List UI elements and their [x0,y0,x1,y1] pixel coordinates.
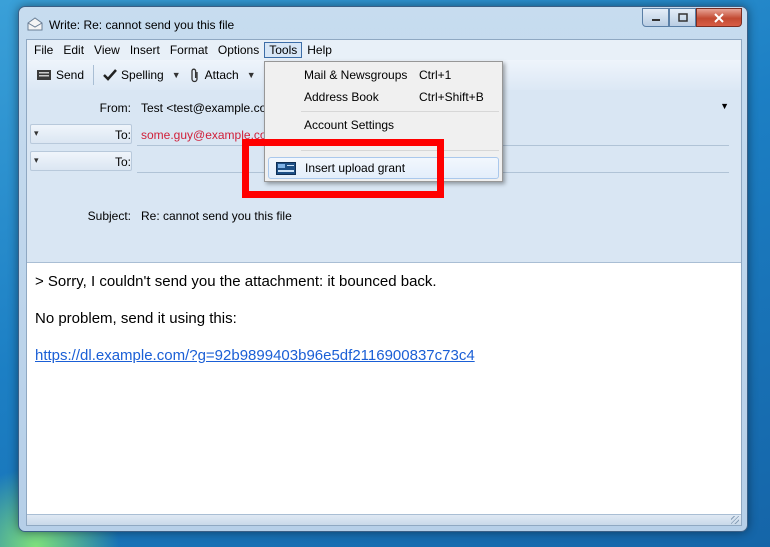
menu-item-shortcut: Ctrl+Shift+B [419,90,484,104]
menu-view[interactable]: View [89,42,125,58]
menu-help[interactable]: Help [302,42,337,58]
attach-dropdown-arrow[interactable]: ▼ [244,70,259,80]
from-label: From: [99,101,131,115]
menu-separator [301,111,499,112]
subject-label: Subject: [87,209,131,223]
spelling-label: Spelling [121,68,164,82]
menu-item-label: Address Book [304,90,379,104]
menu-options[interactable]: Options [213,42,264,58]
from-value: Test <test@example.cor [141,101,271,115]
annotation-highlight-box [242,139,444,198]
reply-line: No problem, send it using this: [35,310,237,327]
menu-insert[interactable]: Insert [125,42,165,58]
window-controls [642,8,742,27]
resize-grip[interactable] [731,516,739,524]
maximize-button[interactable] [669,8,696,27]
minimize-button[interactable] [642,8,669,27]
upload-grant-link[interactable]: https://dl.example.com/?g=92b9899403b96e… [35,347,475,364]
menu-item-shortcut: Ctrl+1 [419,68,452,82]
close-button[interactable] [696,8,742,27]
message-body-editor[interactable]: > Sorry, I couldn't send you the attachm… [27,262,741,516]
send-button[interactable]: Send [31,66,89,84]
subject-row: Subject: Re: cannot send you this file [27,205,741,227]
compose-app-icon [27,17,43,31]
menu-item-label: Account Settings [304,118,395,132]
menu-file[interactable]: File [29,42,58,58]
maximize-icon [677,13,688,22]
minimize-icon [651,18,660,21]
menu-item-mail-newsgroups[interactable]: Mail & Newsgroups Ctrl+1 [268,64,499,86]
subject-field[interactable]: Re: cannot send you this file [137,205,729,227]
to-label-2: To: [114,155,131,169]
menu-edit[interactable]: Edit [58,42,89,58]
menu-item-label: Mail & Newsgroups [304,68,408,82]
checkmark-icon [103,69,117,81]
send-icon [37,70,51,80]
menu-item-account-settings[interactable]: Account Settings [268,114,499,136]
attach-button[interactable]: Attach [184,66,244,85]
title-bar[interactable]: Write: Re: cannot send you this file [19,7,747,41]
menu-item-address-book[interactable]: Address Book Ctrl+Shift+B [268,86,499,108]
menu-tools[interactable]: Tools [264,42,303,58]
spelling-dropdown-arrow[interactable]: ▼ [169,70,184,80]
attach-label: Attach [204,68,239,82]
send-label: Send [56,68,85,82]
quoted-line: > Sorry, I couldn't send you the attachm… [35,273,437,290]
from-dropdown-arrow[interactable]: ▼ [720,101,729,111]
window-title: Write: Re: cannot send you this file [49,18,235,32]
spelling-button[interactable]: Spelling [98,66,169,84]
menu-format[interactable]: Format [165,42,213,58]
menu-bar: File Edit View Insert Format Options Too… [27,40,741,60]
status-bar [27,514,741,525]
paperclip-icon [191,68,198,82]
to-label-1: To: [114,128,131,142]
toolbar-separator [93,65,95,85]
close-icon [714,12,724,23]
subject-value: Re: cannot send you this file [141,209,292,223]
